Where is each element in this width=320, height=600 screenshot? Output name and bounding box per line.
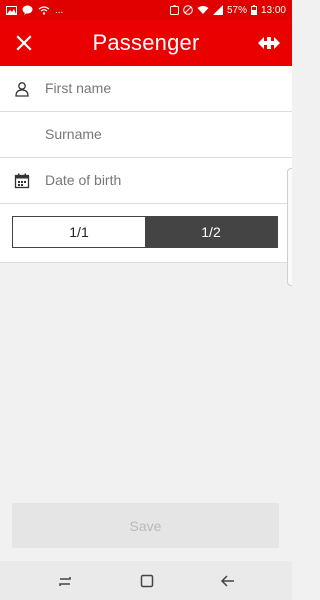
status-ellipsis: ... (55, 4, 64, 16)
surname-row: Surname (0, 112, 292, 158)
mute-icon (183, 5, 193, 15)
calendar-icon (14, 173, 30, 189)
fare-option-half[interactable]: 1/2 (145, 217, 277, 247)
status-notifications: ... (6, 5, 63, 16)
status-bar: ... 57% 13:00 (0, 0, 292, 20)
wifi-notification-icon (38, 5, 50, 15)
recents-icon[interactable] (57, 573, 73, 589)
sbb-logo-icon (258, 37, 280, 49)
battery-icon (250, 5, 257, 15)
edge-panel-handle[interactable] (287, 168, 292, 286)
save-button[interactable]: Save (12, 503, 279, 548)
status-time: 13:00 (260, 4, 286, 16)
close-icon[interactable] (12, 31, 36, 55)
battery-percentage: 57% (226, 4, 247, 16)
person-icon (15, 82, 29, 97)
passenger-form: First name Surname Date of birth 1/1 1/2 (0, 66, 292, 263)
fare-option-full[interactable]: 1/1 (13, 217, 145, 247)
image-notification-icon (6, 5, 17, 15)
home-icon[interactable] (139, 573, 155, 589)
date-of-birth-row: Date of birth (0, 158, 292, 204)
back-icon[interactable] (220, 573, 236, 589)
app-bar: Passenger (0, 20, 292, 66)
first-name-field[interactable]: First name (45, 66, 282, 111)
date-of-birth-field[interactable]: Date of birth (45, 158, 282, 203)
surname-field[interactable]: Surname (45, 112, 282, 157)
chat-notification-icon (22, 5, 33, 15)
fare-selector: 1/1 1/2 (12, 216, 278, 248)
signal-icon (212, 5, 223, 15)
page-title: Passenger (92, 30, 200, 55)
status-system: 57% 13:00 (169, 4, 286, 16)
wifi-icon (197, 6, 209, 14)
alarm-icon (169, 5, 179, 15)
navigation-bar (0, 561, 292, 600)
fare-selector-row: 1/1 1/2 (0, 204, 292, 263)
first-name-row: First name (0, 66, 292, 112)
